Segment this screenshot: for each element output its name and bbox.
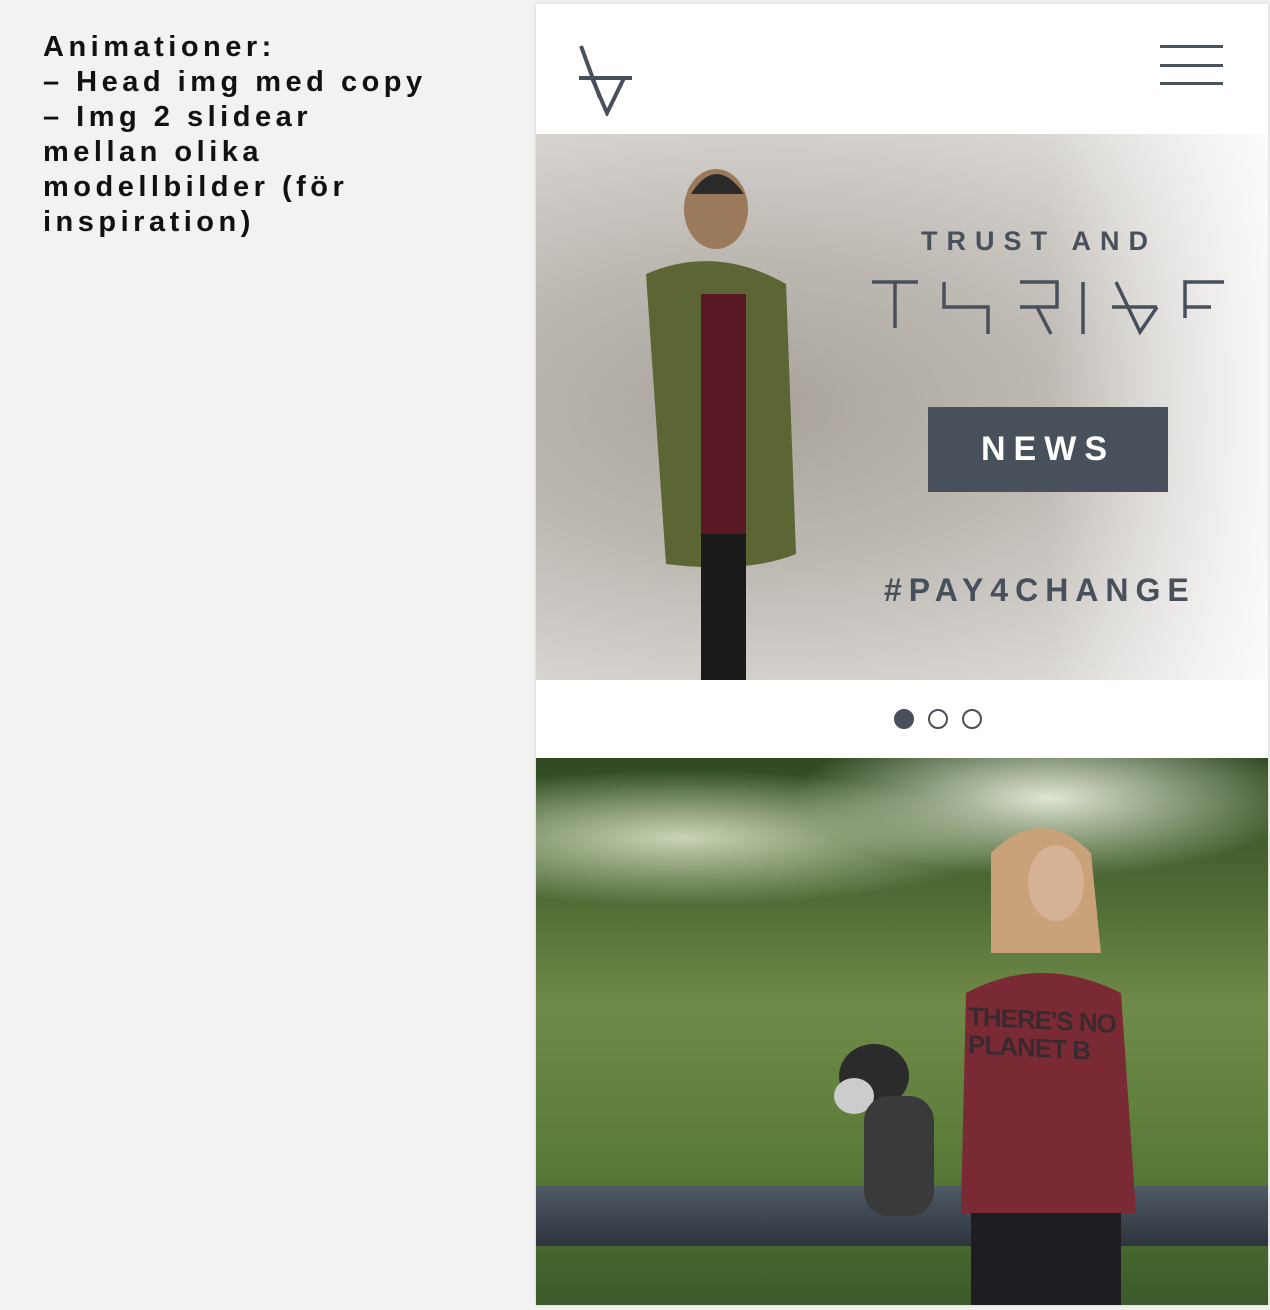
site-header — [536, 4, 1268, 134]
carousel-dot-2[interactable] — [928, 709, 948, 729]
hamburger-menu-icon[interactable] — [1160, 44, 1224, 90]
hero-banner: TRUST AND NEWS #PAY4CHANGE — [536, 134, 1268, 680]
news-button[interactable]: NEWS — [928, 407, 1168, 492]
thrive-logotype — [872, 280, 1224, 336]
carousel-dot-3[interactable] — [962, 709, 982, 729]
shirt-print-text: THERE'S NO PLANET B — [968, 1001, 1116, 1066]
annotation-notes: Animationer: – Head img med copy – Img 2… — [43, 31, 427, 238]
mobile-mockup: TRUST AND NEWS #PAY4CHANGE THERE'S NO PL… — [536, 4, 1268, 1305]
carousel-dot-1[interactable] — [894, 709, 914, 729]
background-trees — [536, 758, 1268, 958]
brand-logo-icon[interactable] — [576, 44, 632, 116]
hero-tagline: TRUST AND — [921, 226, 1157, 256]
model-photo — [646, 169, 796, 680]
carousel-pagination — [536, 680, 1268, 758]
model-slideshow-photo: THERE'S NO PLANET B — [536, 758, 1268, 1305]
hashtag-text: #PAY4CHANGE — [884, 572, 1196, 608]
